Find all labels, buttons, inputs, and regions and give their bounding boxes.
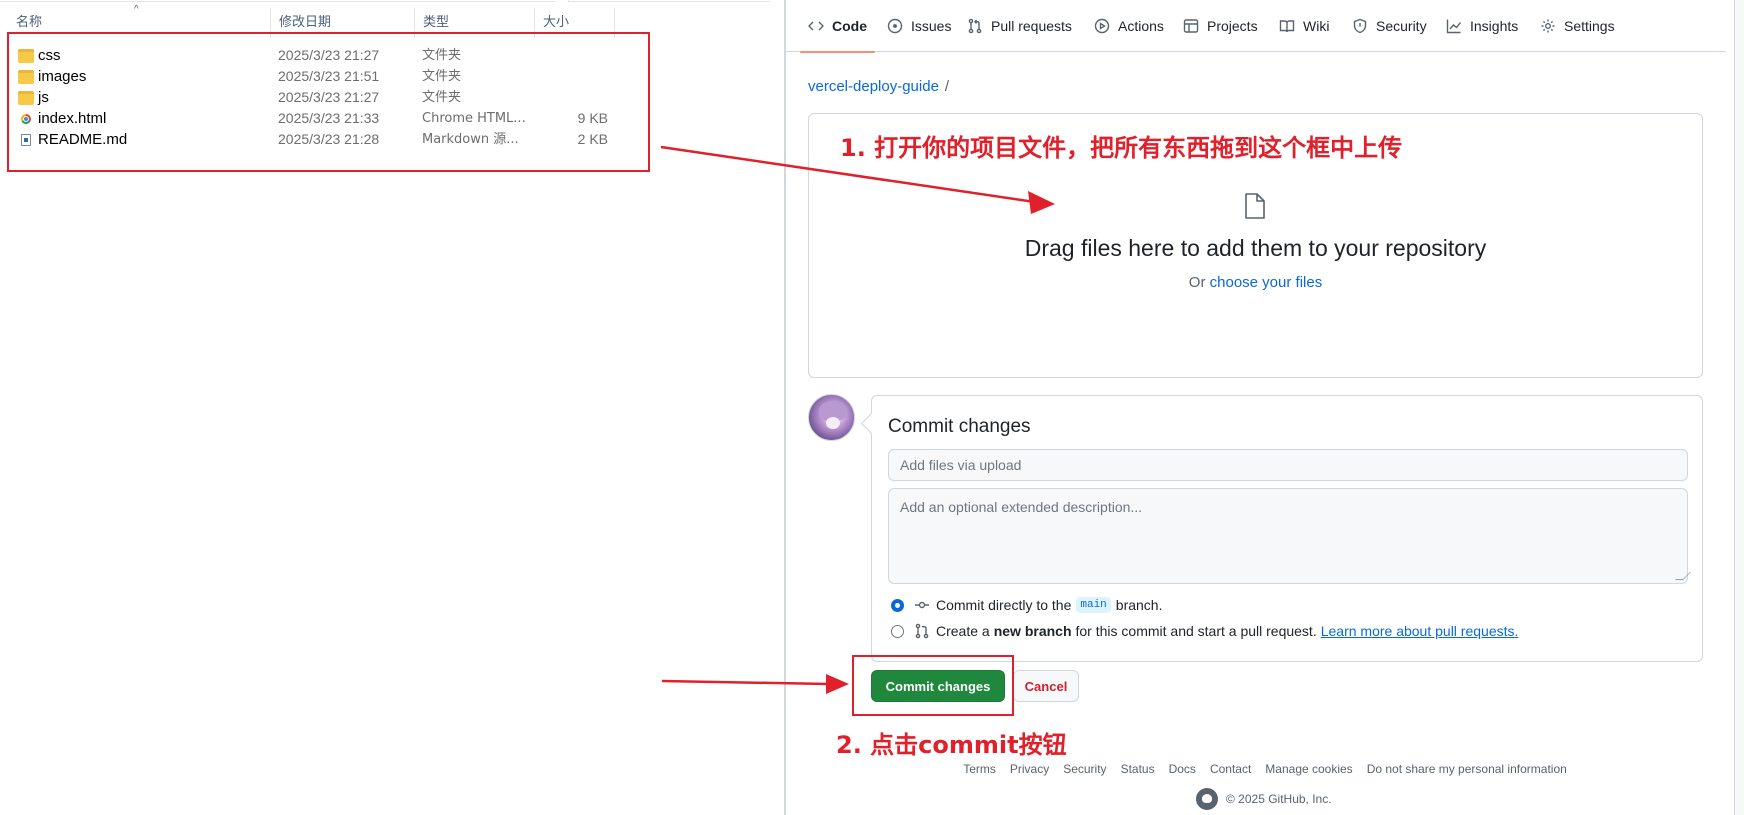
commit-direct-text: Commit directly to the: [936, 597, 1072, 613]
tab-label: Wiki: [1303, 18, 1330, 34]
tab-actions[interactable]: Actions: [1094, 0, 1164, 52]
footer-links: Terms Privacy Security Status Docs Conta…: [786, 762, 1726, 776]
footer-copyright: © 2025 GitHub, Inc.: [1196, 788, 1332, 810]
gear-icon: [1541, 19, 1555, 33]
avatar[interactable]: [808, 394, 855, 441]
tab-security[interactable]: Security: [1352, 0, 1427, 52]
footer-link-status[interactable]: Status: [1121, 762, 1155, 776]
cancel-button[interactable]: Cancel: [1013, 670, 1079, 702]
annotation-step1: 1. 打开你的项目文件，把所有东西拖到这个框中上传: [840, 134, 1403, 162]
new-branch-prefix: Create a: [936, 623, 990, 639]
footer-link-manage-cookies[interactable]: Manage cookies: [1265, 762, 1352, 776]
footer-link-privacy[interactable]: Privacy: [1010, 762, 1049, 776]
new-branch-radio[interactable]: [891, 624, 904, 638]
file-explorer: ^ 名称 修改日期 类型 大小 css 2025/3/23 21:27 文件夹 …: [0, 0, 784, 815]
play-icon: [1094, 18, 1110, 34]
tab-label: Actions: [1118, 18, 1164, 34]
column-date-label: 修改日期: [279, 15, 332, 30]
commit-direct-option[interactable]: Commit directly to the main branch.: [891, 595, 1162, 615]
commit-direct-suffix: branch.: [1115, 597, 1163, 613]
table-icon: [1183, 19, 1199, 33]
tab-code[interactable]: Code: [800, 0, 875, 53]
footer-link-docs[interactable]: Docs: [1169, 762, 1196, 776]
commit-direct-radio[interactable]: [891, 598, 904, 612]
code-icon: [808, 21, 824, 31]
footer-link-do-not-share[interactable]: Do not share my personal information: [1367, 762, 1567, 776]
pull-request-icon: [915, 623, 929, 639]
copyright-text: © 2025 GitHub, Inc.: [1226, 792, 1332, 806]
column-name-label: 名称: [16, 15, 43, 30]
new-branch-bold: new branch: [993, 623, 1072, 639]
tab-issues[interactable]: Issues: [887, 0, 951, 52]
browser-scrollbar[interactable]: [1734, 0, 1744, 815]
branch-name: main: [1076, 597, 1111, 613]
repo-name-link[interactable]: vercel-deploy-guide: [808, 78, 939, 95]
new-branch-option[interactable]: Create a new branch for this commit and …: [891, 621, 1518, 641]
tab-projects[interactable]: Projects: [1183, 0, 1258, 52]
footer-link-terms[interactable]: Terms: [963, 762, 996, 776]
explorer-top-divider: [0, 0, 555, 2]
learn-more-pull-requests-link[interactable]: Learn more about pull requests.: [1321, 623, 1519, 639]
annotation-highlight-files: [7, 32, 650, 172]
graph-icon: [1446, 19, 1462, 34]
breadcrumb-separator: /: [944, 78, 950, 95]
pull-request-icon: [968, 18, 982, 34]
tab-insights[interactable]: Insights: [1446, 0, 1518, 52]
or-text: Or: [1188, 274, 1206, 291]
choose-files-link[interactable]: choose your files: [1210, 274, 1323, 291]
tab-label: Issues: [911, 18, 952, 34]
tab-pull-requests[interactable]: Pull requests: [967, 0, 1072, 52]
commit-heading: Commit changes: [888, 416, 1031, 437]
tab-label: Pull requests: [991, 18, 1072, 34]
new-branch-text: for this commit and start a pull request…: [1075, 623, 1317, 639]
repo-nav-tabs: Code Issues Pull requests Actions Projec…: [786, 0, 1726, 53]
book-icon: [1279, 20, 1295, 33]
annotation-step2: 2. 点击commit按钮: [836, 731, 1067, 759]
annotation-highlight-commit: [852, 655, 1014, 716]
tab-label: Settings: [1564, 18, 1615, 34]
github-logo-icon[interactable]: [1196, 788, 1218, 810]
footer-link-contact[interactable]: Contact: [1210, 762, 1251, 776]
file-icon: [1245, 193, 1265, 219]
shield-icon: [1353, 18, 1367, 34]
drop-zone-subtitle: Or choose your files: [809, 274, 1702, 291]
tab-wiki[interactable]: Wiki: [1279, 0, 1329, 52]
column-size-label: 大小: [543, 15, 570, 30]
tab-label: Security: [1376, 18, 1427, 34]
commit-description-input[interactable]: [888, 488, 1688, 584]
tab-label: Insights: [1470, 18, 1519, 34]
breadcrumb: vercel-deploy-guide /: [808, 78, 949, 95]
github-upload-page: Code Issues Pull requests Actions Projec…: [784, 0, 1744, 815]
tab-label: Code: [832, 18, 867, 34]
git-commit-icon: [915, 601, 929, 609]
tab-settings[interactable]: Settings: [1540, 0, 1615, 52]
drop-zone-title: Drag files here to add them to your repo…: [1024, 235, 1487, 261]
issue-icon: [887, 18, 903, 34]
commit-summary-input[interactable]: [888, 449, 1688, 481]
column-type-label: 类型: [423, 15, 450, 30]
tab-label: Projects: [1207, 18, 1258, 34]
footer-link-security[interactable]: Security: [1063, 762, 1106, 776]
explorer-search-box-edge: [568, 0, 770, 2]
commit-form: Commit changes Commit directly to the ma…: [871, 395, 1703, 662]
